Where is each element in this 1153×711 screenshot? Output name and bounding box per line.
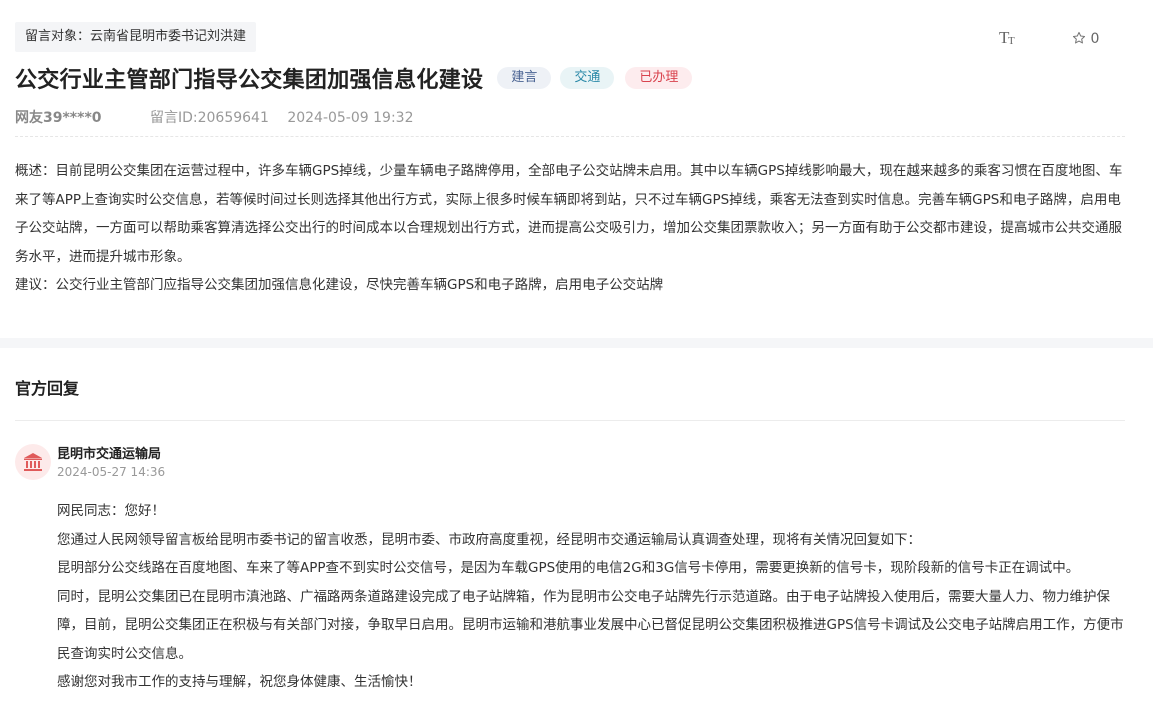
reply-body: 网民同志：您好！ 您通过人民网领导留言板给昆明市委书记的留言收悉，昆明市委、市政… [57, 497, 1129, 697]
favorite-count: 0 [1090, 31, 1100, 47]
reply-section-title: 官方回复 [15, 379, 80, 398]
reply-paragraph: 同时，昆明公交集团已在昆明市滇池路、广福路两条道路建设完成了电子站牌箱，作为昆明… [57, 588, 1124, 662]
message-detail-page: 留言对象：云南省昆明市委书记刘洪建 T T 0 公交行业主管部门指导公交集团加强… [0, 0, 1153, 711]
message-summary: 概述：目前昆明公交集团在运营过程中，许多车辆GPS掉线，少量车辆电子路牌停用，全… [15, 163, 1123, 265]
message-title: 公交行业主管部门指导公交集团加强信息化建设 [15, 68, 484, 93]
reply-department: 昆明市交通运输局 [57, 447, 162, 462]
tag-traffic[interactable]: 交通 [560, 67, 615, 89]
star-icon [1072, 31, 1086, 44]
government-building-icon [24, 453, 42, 471]
favorite-button[interactable]: 0 [1072, 29, 1099, 49]
divider [15, 420, 1125, 421]
font-size-icon[interactable]: T T [998, 27, 1018, 47]
section-separator [0, 338, 1153, 348]
reply-paragraph: 感谢您对我市工作的支持与理解，祝您身体健康、生活愉快！ [57, 674, 422, 690]
divider [15, 136, 1125, 137]
message-body: 概述：目前昆明公交集团在运营过程中，许多车辆GPS掉线，少量车辆电子路牌停用，全… [15, 157, 1127, 300]
reply-paragraph: 昆明部分公交线路在百度地图、车来了等APP查不到实时公交信号，是因为车载GPS使… [57, 560, 1080, 576]
reply-paragraph: 您通过人民网领导留言板给昆明市委书记的留言收悉，昆明市委、市政府高度重视，经昆明… [57, 531, 921, 548]
message-target-tag[interactable]: 留言对象：云南省昆明市委书记刘洪建 [15, 22, 257, 52]
message-suggestion: 建议：公交行业主管部门应指导公交集团加强信息化建设，尽快完善车辆GPS和电子路牌… [15, 277, 664, 293]
tag-suggestion[interactable]: 建言 [497, 67, 552, 89]
department-avatar [15, 444, 51, 480]
message-meta: 网友39****0 留言ID:20659641 2024-05-09 19:32 [15, 108, 413, 128]
title-row: 公交行业主管部门指导公交集团加强信息化建设 建言 交通 已办理 [15, 62, 693, 94]
message-date: 2024-05-09 19:32 [287, 110, 414, 126]
author-name: 网友39****0 [15, 110, 102, 126]
tag-status: 已办理 [625, 67, 693, 89]
message-card: 留言对象：云南省昆明市委书记刘洪建 T T 0 公交行业主管部门指导公交集团加强… [0, 0, 1153, 338]
reply-paragraph: 网民同志：您好！ [57, 503, 165, 519]
svg-text:T: T [1008, 35, 1015, 47]
reply-date: 2024-05-27 14:36 [57, 465, 166, 479]
message-id: 留言ID:20659641 [149, 110, 269, 126]
